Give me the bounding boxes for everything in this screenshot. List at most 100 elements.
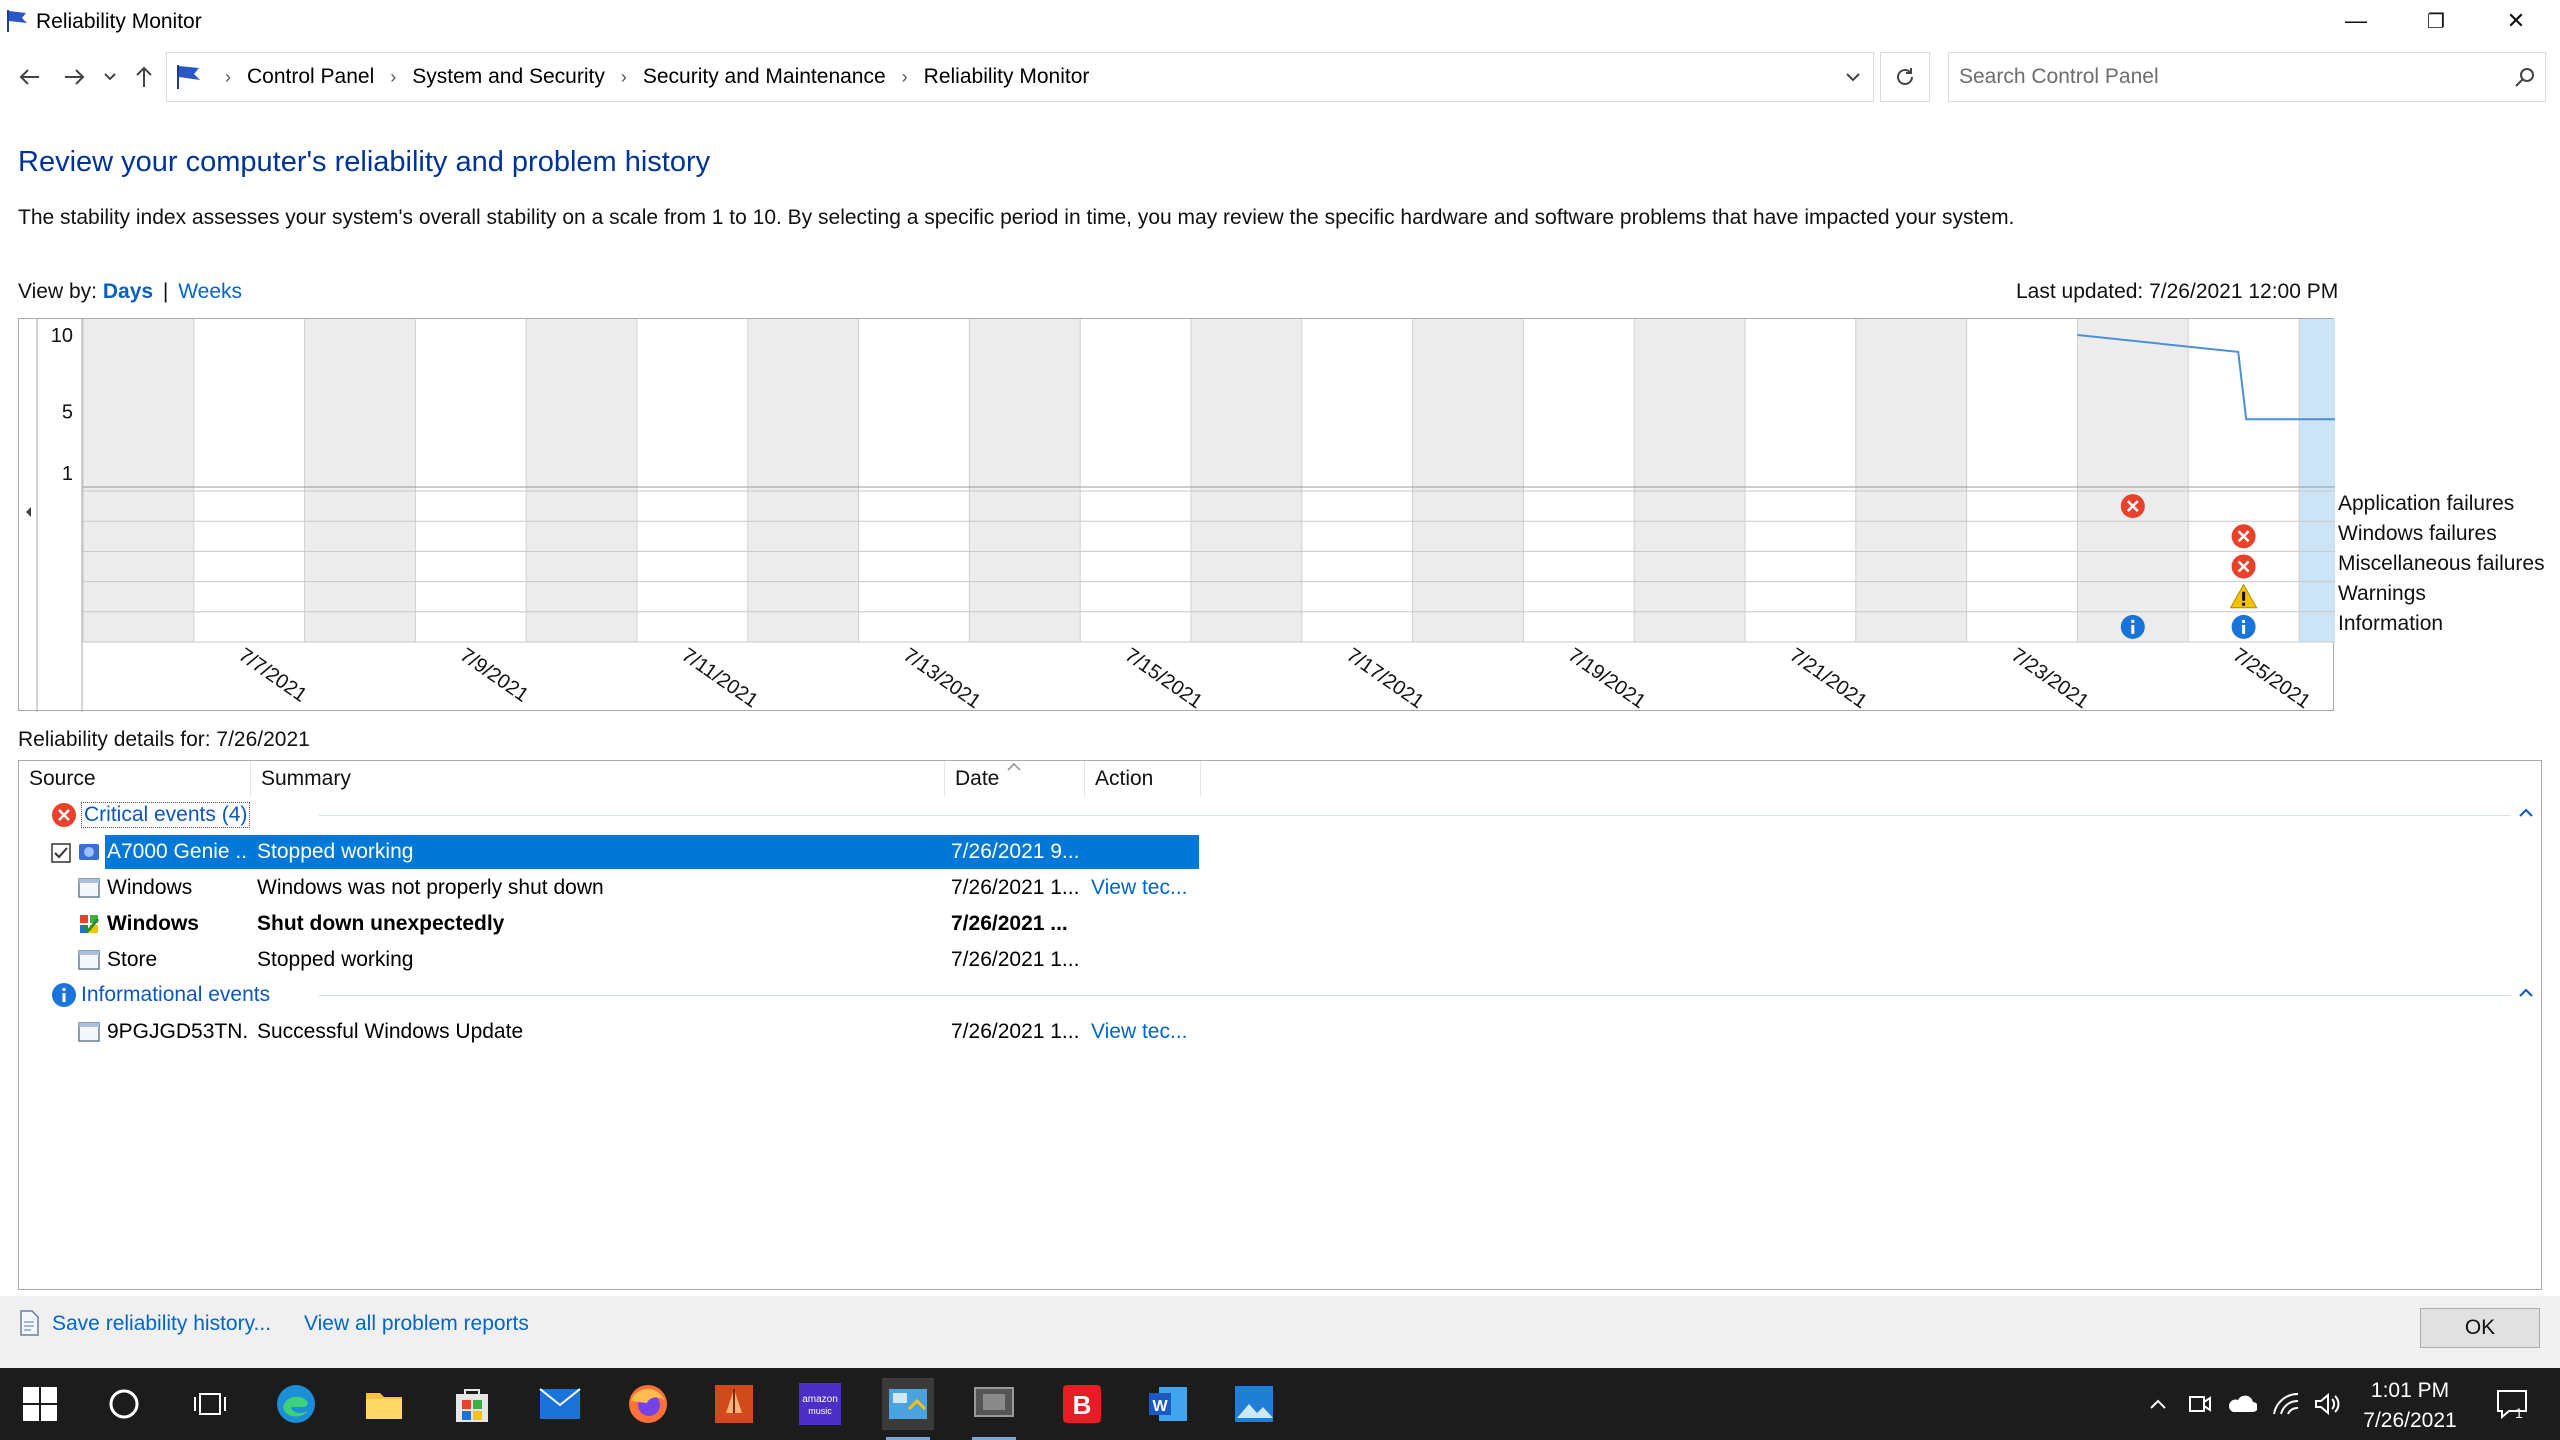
- day-column[interactable]: [1523, 319, 1635, 642]
- day-column[interactable]: [747, 319, 859, 642]
- breadcrumb-separator-icon[interactable]: ›: [621, 67, 627, 88]
- breadcrumb-separator-icon[interactable]: ›: [390, 67, 396, 88]
- search-box[interactable]: [1948, 52, 2546, 102]
- row-action[interactable]: [1091, 907, 1197, 941]
- firefox-icon[interactable]: [622, 1378, 674, 1430]
- table-row[interactable]: A7000 Genie ... Stopped working 7/26/202…: [19, 835, 2541, 869]
- breadcrumb-security-and-maintenance[interactable]: Security and Maintenance: [643, 65, 886, 89]
- column-header-action[interactable]: Action: [1085, 761, 1201, 797]
- y-tick-label: 5: [62, 402, 73, 424]
- table-row[interactable]: Windows Windows was not properly shut do…: [19, 871, 2541, 905]
- view-weeks-link[interactable]: Weeks: [178, 280, 242, 303]
- group-informational-events-label[interactable]: Informational events: [81, 983, 270, 1007]
- search-icon[interactable]: [98, 1378, 150, 1430]
- breadcrumb-reliability-monitor[interactable]: Reliability Monitor: [924, 65, 1090, 89]
- day-column[interactable]: [637, 319, 748, 642]
- day-column[interactable]: [304, 319, 416, 642]
- forward-arrow-icon[interactable]: [58, 60, 90, 94]
- amazon-music-icon[interactable]: amazon music: [794, 1378, 846, 1430]
- b-app-icon[interactable]: B: [1056, 1378, 1108, 1430]
- breadcrumb-system-and-security[interactable]: System and Security: [412, 65, 605, 89]
- day-column[interactable]: [2299, 319, 2335, 642]
- table-row[interactable]: Store Stopped working 7/26/2021 1...: [19, 943, 2541, 977]
- address-history-chevron-icon[interactable]: [1833, 53, 1873, 101]
- column-header-summary[interactable]: Summary: [251, 761, 945, 797]
- column-header-source[interactable]: Source: [19, 761, 251, 797]
- row-action[interactable]: [1091, 835, 1197, 869]
- reliability-chart-svg[interactable]: 10 5 1 7/7/2021 7/9/2021 7/11/2021 7/13/2021 7/…: [19, 319, 2335, 712]
- start-icon[interactable]: [14, 1378, 66, 1430]
- show-hidden-icons-chevron-icon[interactable]: [2140, 1378, 2176, 1430]
- mail-icon[interactable]: [534, 1378, 586, 1430]
- address-bar[interactable]: › Control Panel › System and Security › …: [166, 52, 1874, 102]
- day-column[interactable]: [2077, 319, 2189, 642]
- reliability-details-table[interactable]: Source Summary Date Action Critical even…: [18, 760, 2542, 1290]
- breadcrumb-control-panel[interactable]: Control Panel: [247, 65, 374, 89]
- error-icon[interactable]: [2231, 554, 2256, 579]
- row-action[interactable]: [1091, 943, 1197, 977]
- day-column[interactable]: [1634, 319, 1745, 642]
- group-divider: [319, 995, 2511, 996]
- collapse-chevron-icon[interactable]: [2519, 801, 2533, 822]
- ok-button[interactable]: OK: [2420, 1308, 2540, 1348]
- day-column[interactable]: [1191, 319, 1302, 642]
- back-arrow-icon[interactable]: [14, 60, 46, 94]
- file-explorer-icon[interactable]: [358, 1378, 410, 1430]
- clock[interactable]: 1:01 PM 7/26/2021: [2340, 1376, 2480, 1436]
- search-input[interactable]: [1949, 53, 2489, 101]
- day-column[interactable]: [193, 319, 305, 642]
- day-column[interactable]: [83, 319, 194, 642]
- wifi-icon[interactable]: [2266, 1378, 2306, 1430]
- pen-app-icon[interactable]: [708, 1378, 760, 1430]
- save-reliability-history-link[interactable]: Save reliability history...: [52, 1312, 271, 1336]
- group-critical-events-label[interactable]: Critical events (4): [81, 802, 251, 828]
- notification-center-icon[interactable]: 1: [2486, 1378, 2538, 1430]
- day-column[interactable]: [1412, 319, 1524, 642]
- day-column[interactable]: [969, 319, 1081, 642]
- refresh-button[interactable]: [1880, 52, 1930, 102]
- day-column[interactable]: [858, 319, 970, 642]
- minimize-button[interactable]: —: [2316, 0, 2396, 42]
- reliability-chart[interactable]: 10 5 1 7/7/2021 7/9/2021 7/11/2021 7/13/2021 7/…: [18, 318, 2335, 712]
- recent-locations-chevron-icon[interactable]: [98, 60, 122, 94]
- error-icon[interactable]: [2120, 494, 2145, 519]
- info-icon[interactable]: [2120, 614, 2145, 639]
- group-critical-events[interactable]: Critical events (4): [19, 799, 2541, 831]
- close-button[interactable]: ✕: [2476, 0, 2556, 42]
- meet-now-icon[interactable]: [2180, 1378, 2220, 1430]
- word-icon[interactable]: W: [1142, 1378, 1194, 1430]
- view-all-problem-reports-link[interactable]: View all problem reports: [304, 1312, 529, 1336]
- legend-warnings: Warnings: [2338, 582, 2426, 605]
- store-icon[interactable]: [446, 1378, 498, 1430]
- collapse-chevron-icon[interactable]: [2519, 981, 2533, 1002]
- table-row[interactable]: 9PGJGD53TN... Successful Windows Update …: [19, 1015, 2541, 1049]
- onedrive-cloud-icon[interactable]: [2220, 1378, 2262, 1430]
- table-row[interactable]: Windows Shut down unexpectedly 7/26/2021…: [19, 907, 2541, 941]
- day-column[interactable]: [1745, 319, 1856, 642]
- task-view-icon[interactable]: [184, 1378, 236, 1430]
- breadcrumb-separator-icon[interactable]: ›: [902, 67, 908, 88]
- info-icon[interactable]: [2231, 614, 2256, 639]
- day-column[interactable]: [1080, 319, 1191, 642]
- view-days-link[interactable]: Days: [103, 280, 153, 303]
- error-icon[interactable]: [2231, 524, 2256, 549]
- display-app-icon[interactable]: [968, 1378, 1020, 1440]
- day-column[interactable]: [1855, 319, 1967, 642]
- view-technical-details-link[interactable]: View tec...: [1091, 871, 1197, 905]
- day-column[interactable]: [415, 319, 527, 642]
- control-panel-flag-icon: [177, 65, 200, 89]
- scroll-left-arrow-icon[interactable]: [26, 507, 31, 517]
- group-informational-events[interactable]: Informational events: [19, 979, 2541, 1011]
- day-column[interactable]: [1966, 319, 2078, 642]
- day-column[interactable]: [526, 319, 637, 642]
- edge-icon[interactable]: [270, 1378, 322, 1430]
- day-column[interactable]: [1301, 319, 1413, 642]
- restore-button[interactable]: ❐: [2396, 0, 2476, 42]
- search-icon[interactable]: [2513, 65, 2537, 89]
- control-panel-icon[interactable]: [882, 1378, 934, 1440]
- legend-application-failures: Application failures: [2338, 492, 2515, 515]
- row-checkbox-icon[interactable]: [51, 843, 71, 863]
- up-arrow-icon[interactable]: [130, 60, 158, 94]
- photos-icon[interactable]: [1228, 1378, 1280, 1430]
- view-technical-details-link[interactable]: View tec...: [1091, 1015, 1197, 1049]
